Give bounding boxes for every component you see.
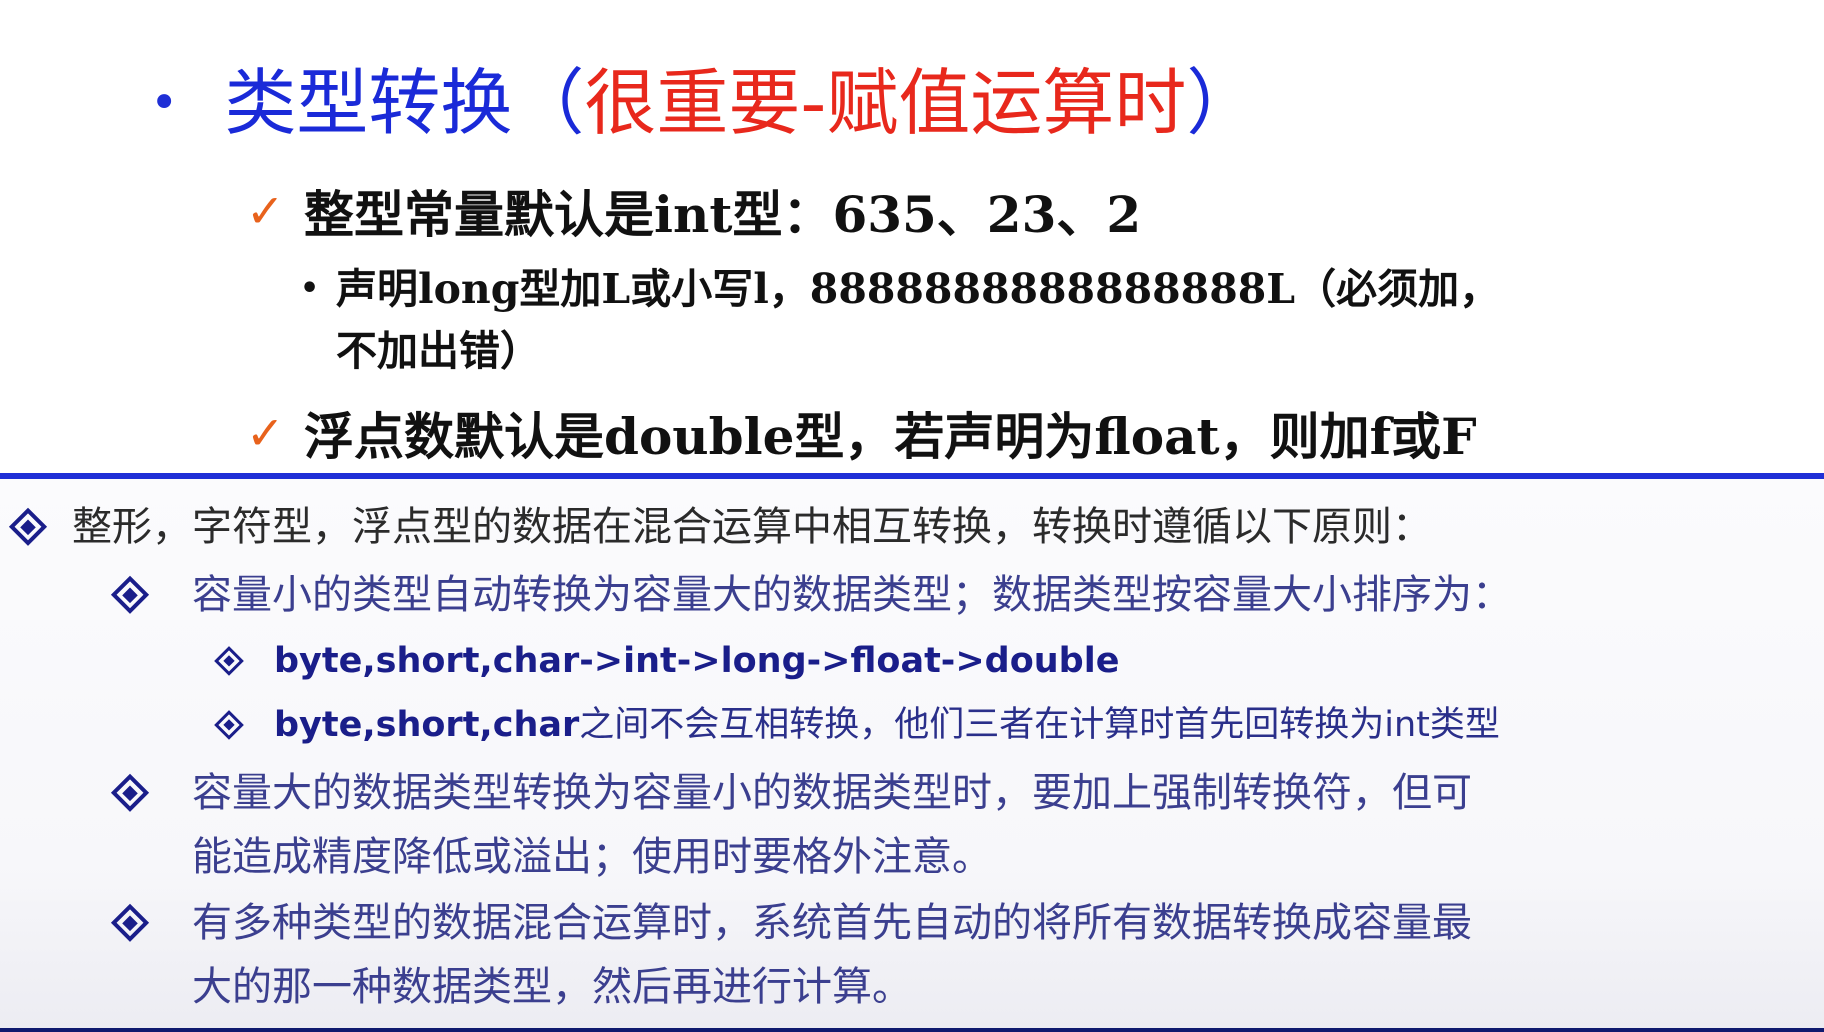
byte-short-char-note: byte,short,char之间不会互相转换，他们三者在计算时首先回转换为in… [274, 697, 1500, 753]
rule-byte-short-char: byte,short,char之间不会互相转换，他们三者在计算时首先回转换为in… [212, 697, 1500, 753]
point-long-declaration: • 声明long型加L或小写l，8888888888888888L（必须加， 不… [300, 258, 1666, 382]
point-integer-text: 整型常量默认是int型：635、23、2 [304, 185, 1142, 244]
point-float-default: ✓ 浮点数默认是double型，若声明为float，则加f或F [246, 398, 1477, 468]
bottom-border [0, 1028, 1824, 1032]
type-order-text: byte,short,char->int->long->float->doubl… [274, 641, 1120, 681]
diamond-bullet-icon [212, 708, 246, 742]
rule-large-to-small: 容量大的数据类型转换为容量小的数据类型时，要加上强制转换符，但可 能造成精度降低… [108, 761, 1472, 889]
byte-short-char-code: byte,short,char [274, 705, 580, 745]
rule-large-to-small-text: 容量大的数据类型转换为容量小的数据类型时，要加上强制转换符，但可 能造成精度降低… [192, 761, 1472, 889]
rule-small-to-large-text: 容量小的类型自动转换为容量大的数据类型；数据类型按容量大小排序为： [192, 563, 1512, 627]
check-mark-icon: ✓ [246, 184, 285, 238]
title-bullet: • [150, 75, 179, 131]
rule-mixed-operation-text: 有多种类型的数据混合运算时，系统首先自动的将所有数据转换成容量最 大的那一种数据… [192, 891, 1472, 1019]
diamond-bullet-icon [108, 901, 152, 945]
rule-mixed-operation-line2: 大的那一种数据类型，然后再进行计算。 [192, 964, 912, 1010]
title-paren-open: （ [512, 61, 585, 145]
diamond-bullet-icon [212, 644, 246, 678]
slide-top-section: • 类型转换 （ 很重要-赋值运算时 ） ✓ 整型常量默认是int型：635、2… [0, 0, 1824, 476]
rule-mixed-operation: 有多种类型的数据混合运算时，系统首先自动的将所有数据转换成容量最 大的那一种数据… [108, 891, 1472, 1019]
point-integer-default: ✓ 整型常量默认是int型：635、23、2 [246, 176, 1141, 246]
diamond-bullet-icon [108, 573, 152, 617]
rule-large-to-small-line1: 容量大的数据类型转换为容量小的数据类型时，要加上强制转换符，但可 [192, 770, 1472, 816]
title-paren-close: ） [1186, 61, 1259, 145]
rule-type-order: byte,short,char->int->long->float->doubl… [212, 633, 1119, 689]
title-emphasis-text: 很重要-赋值运算时 [584, 61, 1187, 145]
byte-short-char-explanation: 之间不会互相转换，他们三者在计算时首先回转换为int类型 [579, 705, 1500, 745]
diamond-bullet-icon [6, 505, 50, 549]
rule-intro: 整形，字符型，浮点型的数据在混合运算中相互转换，转换时遵循以下原则： [6, 499, 1432, 555]
rule-mixed-operation-line1: 有多种类型的数据混合运算时，系统首先自动的将所有数据转换成容量最 [192, 900, 1472, 946]
slide-title: • 类型转换 （ 很重要-赋值运算时 ） [150, 55, 1258, 151]
point-long-line1: 声明long型加L或小写l，8888888888888888L（必须加， [336, 265, 1501, 313]
rule-large-to-small-line2: 能造成精度降低或溢出；使用时要格外注意。 [192, 834, 992, 880]
lecture-notes-section: 整形，字符型，浮点型的数据在混合运算中相互转换，转换时遵循以下原则： 容量小的类… [0, 479, 1824, 1032]
point-long-line2: 不加出错） [336, 327, 541, 375]
point-float-text: 浮点数默认是double型，若声明为float，则加f或F [304, 407, 1477, 466]
diamond-bullet-icon [108, 771, 152, 815]
sub-bullet-icon: • [300, 271, 320, 306]
rule-small-to-large-line: 容量小的类型自动转换为容量大的数据类型；数据类型按容量大小排序为： [192, 572, 1512, 618]
check-mark-icon: ✓ [246, 406, 285, 460]
rule-small-to-large: 容量小的类型自动转换为容量大的数据类型；数据类型按容量大小排序为： [108, 563, 1512, 627]
title-main-text: 类型转换 [224, 61, 513, 145]
rule-intro-text: 整形，字符型，浮点型的数据在混合运算中相互转换，转换时遵循以下原则： [72, 504, 1432, 550]
